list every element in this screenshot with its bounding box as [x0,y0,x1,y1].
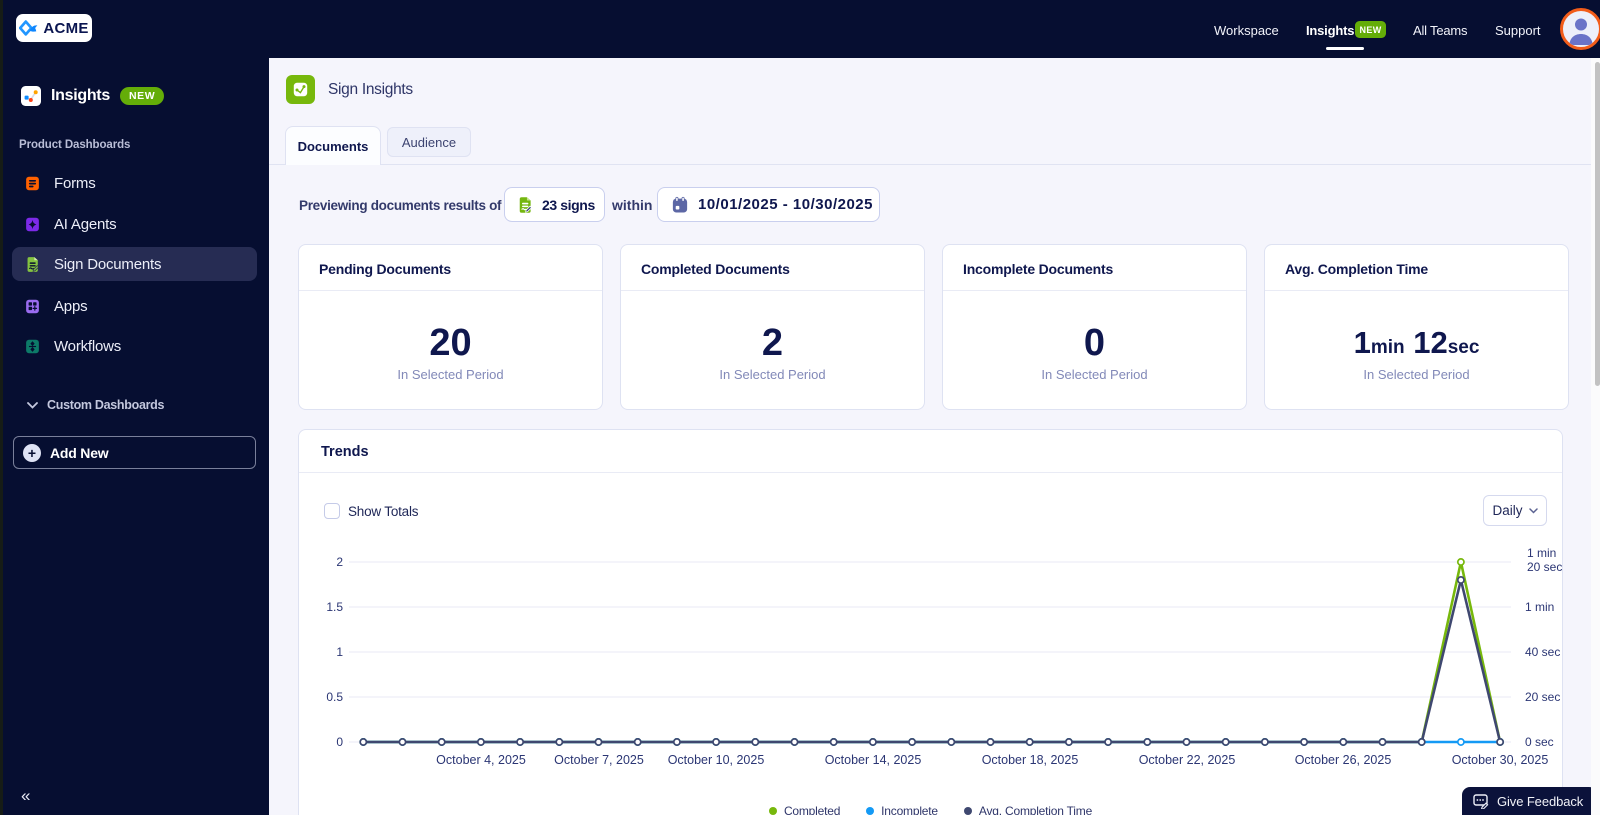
svg-text:1 min: 1 min [1525,600,1554,614]
svg-text:1 min: 1 min [1527,546,1556,560]
svg-text:1: 1 [336,645,343,659]
svg-text:October 4, 2025: October 4, 2025 [436,753,526,767]
svg-text:20 sec: 20 sec [1527,560,1562,574]
svg-text:2: 2 [336,555,343,569]
svg-text:0.5: 0.5 [326,690,343,704]
svg-text:October 30, 2025: October 30, 2025 [1452,753,1549,767]
svg-text:0 sec: 0 sec [1525,735,1554,749]
svg-text:October 7, 2025: October 7, 2025 [554,753,644,767]
svg-text:40 sec: 40 sec [1525,645,1560,659]
svg-text:20 sec: 20 sec [1525,690,1560,704]
svg-text:October 18, 2025: October 18, 2025 [982,753,1079,767]
svg-text:October 22, 2025: October 22, 2025 [1139,753,1236,767]
svg-text:October 14, 2025: October 14, 2025 [825,753,922,767]
svg-text:October 10, 2025: October 10, 2025 [668,753,765,767]
svg-text:0: 0 [336,735,343,749]
svg-text:1.5: 1.5 [326,600,343,614]
svg-text:October 26, 2025: October 26, 2025 [1295,753,1392,767]
